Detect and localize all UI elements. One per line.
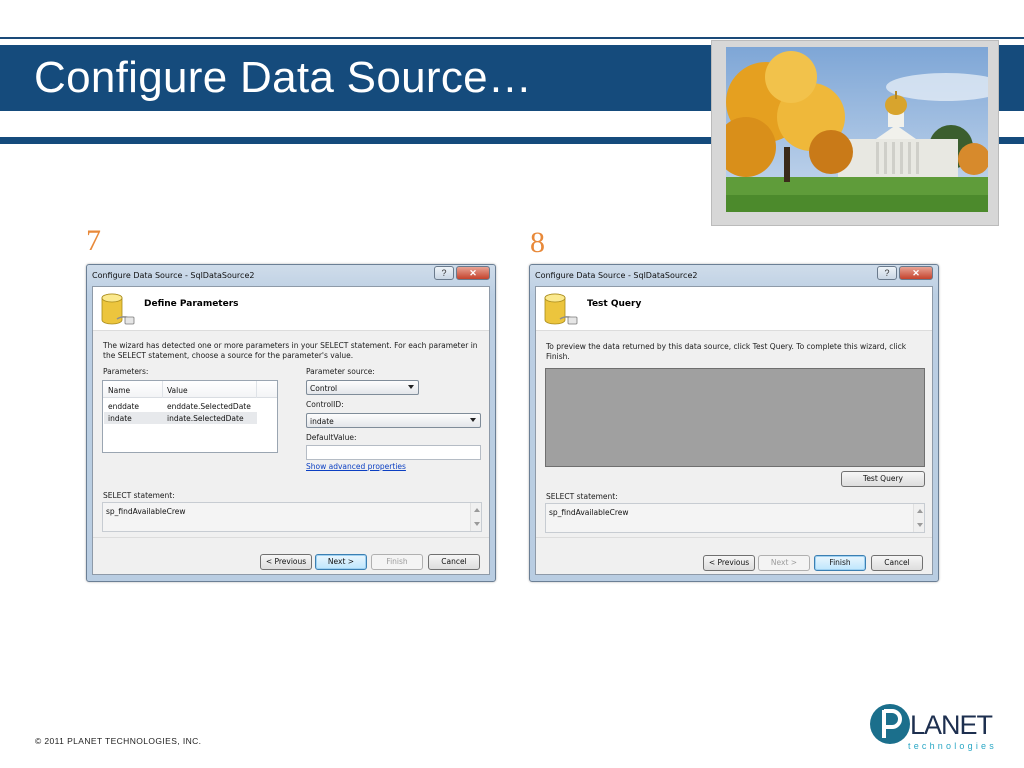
dropdown-arrow-icon xyxy=(470,418,476,422)
cancel-button[interactable]: Cancel xyxy=(871,555,923,571)
close-icon[interactable]: ✕ xyxy=(899,266,933,280)
photo-frame xyxy=(711,40,999,226)
planet-logo-icon xyxy=(870,704,910,744)
parameter-source-value: Control xyxy=(310,384,338,393)
step-number-8: 8 xyxy=(530,226,545,259)
previous-button[interactable]: < Previous xyxy=(703,555,755,571)
finish-button[interactable]: Finish xyxy=(814,555,866,571)
wizard-step-title: Test Query xyxy=(587,299,642,309)
select-statement-box[interactable]: sp_findAvailableCrew xyxy=(102,502,482,532)
scroll-down-icon[interactable] xyxy=(474,522,480,526)
next-button[interactable]: Next > xyxy=(315,554,367,570)
default-value-label: DefaultValue: xyxy=(306,433,357,442)
column-separator xyxy=(162,381,163,398)
dialog-client: Test Query To preview the data returned … xyxy=(535,286,933,575)
dialog-client: Define Parameters The wizard has detecte… xyxy=(92,286,490,575)
header-rule xyxy=(0,37,1024,39)
scroll-down-icon[interactable] xyxy=(917,523,923,527)
list-header: Name Value xyxy=(103,381,277,398)
finish-button[interactable]: Finish xyxy=(371,554,423,570)
previous-button[interactable]: < Previous xyxy=(260,554,312,570)
dropdown-arrow-icon xyxy=(408,385,414,389)
control-id-select[interactable]: indate xyxy=(306,413,481,428)
help-icon[interactable]: ? xyxy=(434,266,454,280)
help-icon[interactable]: ? xyxy=(877,266,897,280)
scrollbar[interactable] xyxy=(470,503,481,531)
show-advanced-properties-link[interactable]: Show advanced properties xyxy=(306,462,406,471)
row-name: indate xyxy=(108,414,132,423)
select-statement-text: sp_findAvailableCrew xyxy=(106,507,186,516)
dialog-define-parameters: Configure Data Source - SqlDataSource2 ?… xyxy=(86,264,496,582)
table-row[interactable]: enddate enddate.SelectedDate xyxy=(104,400,257,412)
logo-tagline: technologies xyxy=(908,741,997,751)
wizard-header: Define Parameters xyxy=(93,287,489,331)
select-statement-text: sp_findAvailableCrew xyxy=(549,508,629,517)
column-separator xyxy=(256,381,257,398)
select-statement-label: SELECT statement: xyxy=(103,491,175,500)
database-icon xyxy=(101,293,135,325)
wizard-header: Test Query xyxy=(536,287,932,331)
parameters-list[interactable]: Name Value enddate enddate.SelectedDate … xyxy=(102,380,278,453)
planet-logo: LANET technologies xyxy=(868,698,1008,754)
parameters-label: Parameters: xyxy=(103,367,149,376)
query-results-preview[interactable] xyxy=(545,368,925,467)
landscape-photo xyxy=(726,47,988,212)
default-value-field[interactable] xyxy=(306,445,481,460)
database-icon xyxy=(544,293,578,325)
test-query-button[interactable]: Test Query xyxy=(841,471,925,487)
copyright-text: © 2011 PLANET TECHNOLOGIES, INC. xyxy=(35,736,202,746)
row-value: enddate.SelectedDate xyxy=(167,402,251,411)
control-id-label: ControlID: xyxy=(306,400,344,409)
scroll-up-icon[interactable] xyxy=(917,509,923,513)
row-name: enddate xyxy=(108,402,140,411)
scrollbar[interactable] xyxy=(913,504,924,532)
row-value: indate.SelectedDate xyxy=(167,414,244,423)
select-statement-label: SELECT statement: xyxy=(546,492,618,501)
slide-title: Configure Data Source… xyxy=(34,53,533,102)
control-id-value: indate xyxy=(310,417,334,426)
column-value[interactable]: Value xyxy=(167,386,188,395)
wizard-description: To preview the data returned by this dat… xyxy=(546,342,907,361)
footer-divider xyxy=(536,537,932,538)
cancel-button[interactable]: Cancel xyxy=(428,554,480,570)
close-icon[interactable]: ✕ xyxy=(456,266,490,280)
next-button[interactable]: Next > xyxy=(758,555,810,571)
parameter-source-label: Parameter source: xyxy=(306,367,375,376)
wizard-description: The wizard has detected one or more para… xyxy=(103,341,478,360)
step-number-7: 7 xyxy=(86,224,101,257)
scroll-up-icon[interactable] xyxy=(474,508,480,512)
wizard-step-title: Define Parameters xyxy=(144,299,239,309)
dialog-test-query: Configure Data Source - SqlDataSource2 ?… xyxy=(529,264,939,582)
select-statement-box[interactable]: sp_findAvailableCrew xyxy=(545,503,925,533)
table-row[interactable]: indate indate.SelectedDate xyxy=(104,412,257,424)
logo-wordmark: LANET xyxy=(910,710,993,740)
footer-divider xyxy=(93,537,489,538)
parameter-source-select[interactable]: Control xyxy=(306,380,419,395)
column-name[interactable]: Name xyxy=(108,386,130,395)
